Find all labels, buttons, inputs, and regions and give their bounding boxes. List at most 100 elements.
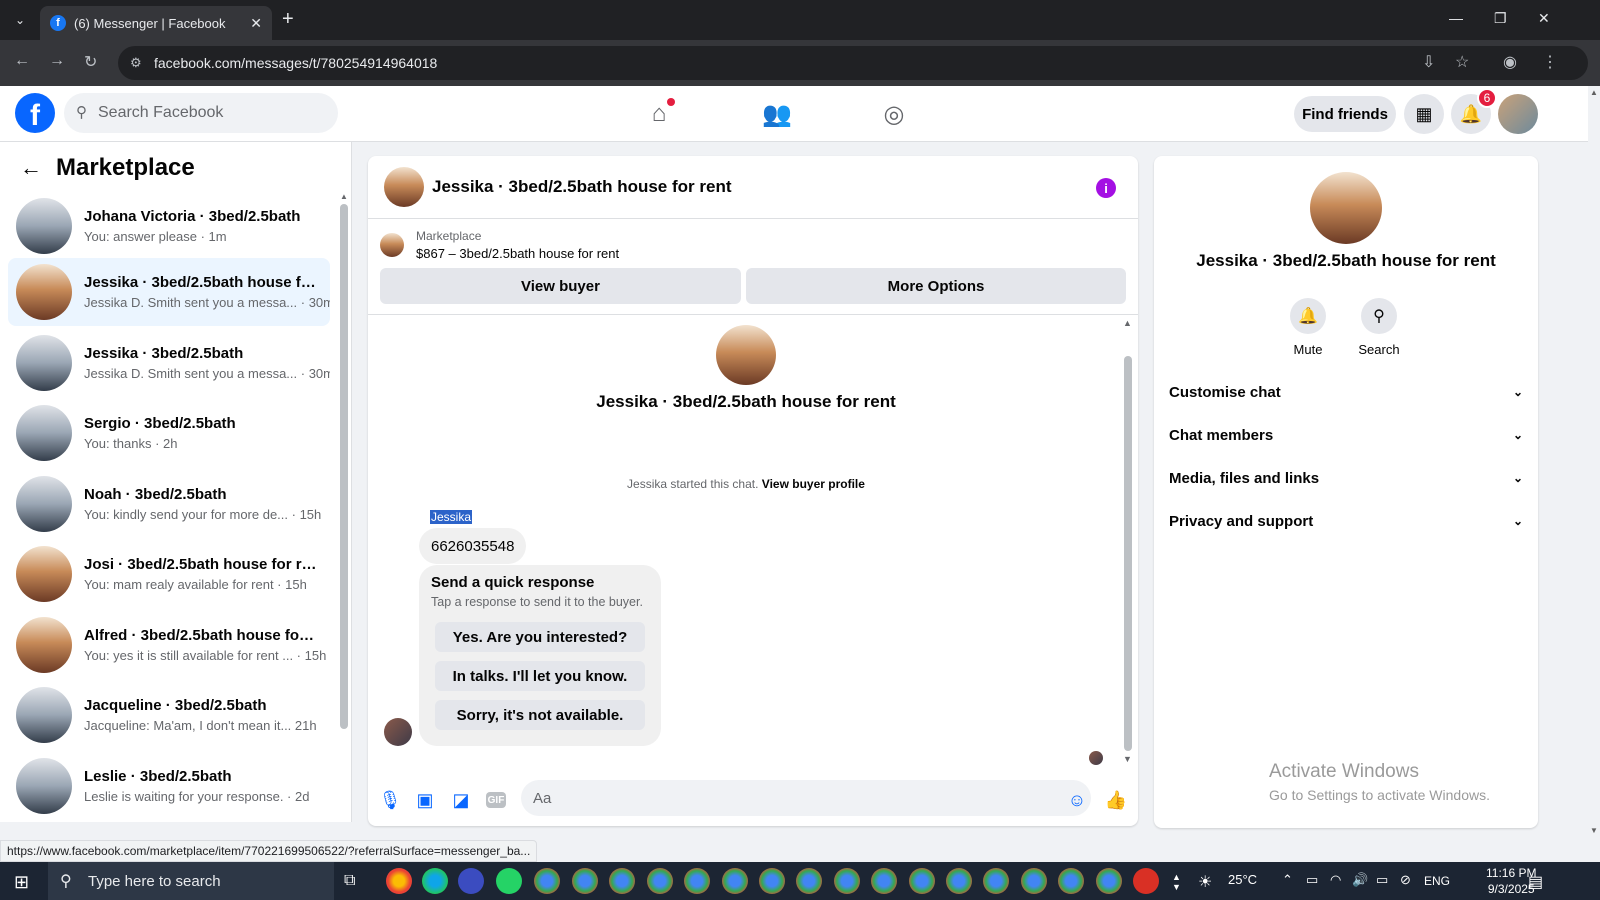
back-icon[interactable]: ← <box>14 52 30 70</box>
conversation-item[interactable]: Leslie · 3bed/2.5bath Leslie is waiting f… <box>8 752 330 820</box>
menu-grid-icon[interactable]: ▦ <box>1404 94 1444 134</box>
meet-now-icon[interactable]: ▭ <box>1306 872 1318 888</box>
whatsapp-icon[interactable] <box>496 868 522 894</box>
conversation-item[interactable]: Alfred · 3bed/2.5bath house for ... You: … <box>8 611 330 679</box>
conversation-item[interactable]: Johana Victoria · 3bed/2.5bath You: answe… <box>8 192 330 260</box>
page-scroll-up-icon[interactable]: ▲ <box>1590 88 1598 97</box>
chevron-up-icon[interactable]: ⌃ <box>1282 872 1293 888</box>
info-icon[interactable]: i <box>1096 178 1116 198</box>
notification-center-icon[interactable]: ▤ <box>1528 872 1543 892</box>
chat-title[interactable]: Jessika · 3bed/2.5bath house for rent <box>432 177 731 197</box>
profile-icon[interactable]: ◉ <box>1503 52 1517 72</box>
photo-icon[interactable]: ▣ <box>413 788 437 812</box>
chrome-app-icon[interactable] <box>572 868 598 894</box>
like-thumbs-up-icon[interactable]: 👍 <box>1104 788 1128 812</box>
quick-response-button[interactable]: Sorry, it's not available. <box>435 700 645 730</box>
chrome-app-icon[interactable] <box>1021 868 1047 894</box>
chat-scroll-up-icon[interactable]: ▲ <box>1123 318 1132 328</box>
find-friends-button[interactable]: Find friends <box>1294 96 1396 132</box>
chat-scrollbar[interactable] <box>1124 356 1132 751</box>
tab-search-icon[interactable]: ⌄ <box>8 8 32 32</box>
bookmark-star-icon[interactable]: ☆ <box>1455 52 1469 72</box>
chrome-app-icon[interactable] <box>834 868 860 894</box>
page-scroll-down-icon[interactable]: ▼ <box>1590 826 1598 835</box>
facebook-logo-icon[interactable]: f <box>15 93 55 133</box>
chrome-app-icon[interactable] <box>684 868 710 894</box>
chat-scroll-down-icon[interactable]: ▼ <box>1123 754 1132 764</box>
temperature-text[interactable]: 25°C <box>1228 872 1257 887</box>
close-tab-icon[interactable]: ✕ <box>250 15 262 32</box>
sticker-icon[interactable]: ◪ <box>449 788 473 812</box>
conversation-item[interactable]: Jessika · 3bed/2.5bath Jessika D. Smith s… <box>8 329 330 397</box>
conversation-item[interactable]: Noah · 3bed/2.5bath You: kindly send your… <box>8 470 330 538</box>
microphone-icon[interactable]: 🎙 <box>378 788 402 812</box>
windows-start-icon[interactable]: ⊞ <box>14 872 29 893</box>
site-info-icon[interactable]: ⚙ <box>130 55 142 71</box>
mute-action[interactable]: 🔔 Mute <box>1278 298 1338 357</box>
chrome-app-icon[interactable] <box>722 868 748 894</box>
browser-app-icon[interactable] <box>458 868 484 894</box>
install-app-icon[interactable]: ⇩ <box>1422 52 1435 72</box>
chrome-app-icon[interactable] <box>796 868 822 894</box>
conversation-item[interactable]: Josi · 3bed/2.5bath house for rent You: m… <box>8 540 330 608</box>
search-action[interactable]: ⚲ Search <box>1349 298 1409 357</box>
chrome-app-icon[interactable] <box>609 868 635 894</box>
minimize-icon[interactable]: — <box>1449 10 1463 26</box>
groups-icon[interactable]: ◎ <box>878 98 910 130</box>
privacy-support-row[interactable]: Privacy and support ⌄ <box>1169 503 1523 539</box>
chrome-app-icon[interactable] <box>647 868 673 894</box>
chrome-app-icon[interactable] <box>1058 868 1084 894</box>
chat-header-avatar[interactable] <box>384 167 424 207</box>
marketplace-listing-info[interactable]: Marketplace $867 – 3bed/2.5bath house fo… <box>380 229 619 261</box>
forward-icon[interactable]: → <box>49 52 65 70</box>
vpn-app-icon[interactable] <box>1133 868 1159 894</box>
volume-icon[interactable]: 🔊 <box>1352 872 1368 888</box>
conversation-item[interactable]: Sergio · 3bed/2.5bath You: thanks · 2h <box>8 399 330 467</box>
weather-icon[interactable]: ☀ <box>1198 872 1212 892</box>
network-off-icon[interactable]: ⊘ <box>1400 872 1411 888</box>
facebook-search-input[interactable]: ⚲ Search Facebook <box>64 93 338 133</box>
battery-icon[interactable]: ▭ <box>1376 872 1388 888</box>
view-buyer-profile-link[interactable]: View buyer profile <box>762 477 865 491</box>
chrome-app-icon[interactable] <box>534 868 560 894</box>
close-window-icon[interactable]: ✕ <box>1538 10 1550 27</box>
restore-icon[interactable]: ❐ <box>1494 10 1507 27</box>
reload-icon[interactable]: ↻ <box>84 52 97 72</box>
url-field[interactable]: ⚙ facebook.com/messages/t/78025491496401… <box>118 46 1588 80</box>
account-avatar[interactable] <box>1498 94 1538 134</box>
menu-dots-icon[interactable]: ⋮ <box>1542 52 1558 72</box>
gif-icon[interactable]: GIF <box>484 788 508 812</box>
taskbar-scroll-icon[interactable]: ▲ ▼ <box>1172 872 1181 892</box>
chrome-app-icon[interactable] <box>386 868 412 894</box>
quick-response-button[interactable]: In talks. I'll let you know. <box>435 661 645 691</box>
chrome-app-icon[interactable] <box>1096 868 1122 894</box>
quick-response-button[interactable]: Yes. Are you interested? <box>435 622 645 652</box>
back-arrow-icon[interactable]: ← <box>20 155 42 181</box>
new-tab-icon[interactable]: + <box>282 8 294 31</box>
view-buyer-button[interactable]: View buyer <box>380 268 741 304</box>
chat-members-row[interactable]: Chat members ⌄ <box>1169 417 1523 453</box>
home-icon[interactable]: ⌂ <box>643 98 675 130</box>
chrome-app-icon[interactable] <box>983 868 1009 894</box>
chrome-app-icon[interactable] <box>946 868 972 894</box>
taskbar-search-input[interactable]: ⚲ Type here to search <box>48 862 334 900</box>
conversation-item[interactable]: Jacqueline · 3bed/2.5bath Jacqueline: Ma'… <box>8 681 330 749</box>
sidebar-scroll-up-icon[interactable]: ▲ <box>340 192 348 201</box>
media-files-links-row[interactable]: Media, files and links ⌄ <box>1169 460 1523 496</box>
wifi-icon[interactable]: ◠ <box>1330 872 1341 888</box>
chrome-app-icon[interactable] <box>871 868 897 894</box>
customise-chat-row[interactable]: Customise chat ⌄ <box>1169 374 1523 410</box>
edge-app-icon[interactable] <box>422 868 448 894</box>
message-input[interactable] <box>521 780 1091 816</box>
task-view-icon[interactable]: ⧉ <box>344 872 355 890</box>
browser-tab[interactable]: f (6) Messenger | Facebook ✕ <box>40 6 272 40</box>
friends-icon[interactable]: 👥 <box>761 98 793 130</box>
language-indicator[interactable]: ENG <box>1424 874 1450 888</box>
conversation-item-active[interactable]: Jessika · 3bed/2.5bath house for... Jessi… <box>8 258 330 326</box>
conversation-details-panel: Jessika · 3bed/2.5bath house for rent 🔔 … <box>1154 156 1538 828</box>
sidebar-scrollbar[interactable] <box>340 204 348 729</box>
emoji-icon[interactable]: ☺ <box>1065 788 1089 812</box>
more-options-button[interactable]: More Options <box>746 268 1126 304</box>
chrome-app-icon[interactable] <box>759 868 785 894</box>
chrome-app-icon[interactable] <box>909 868 935 894</box>
